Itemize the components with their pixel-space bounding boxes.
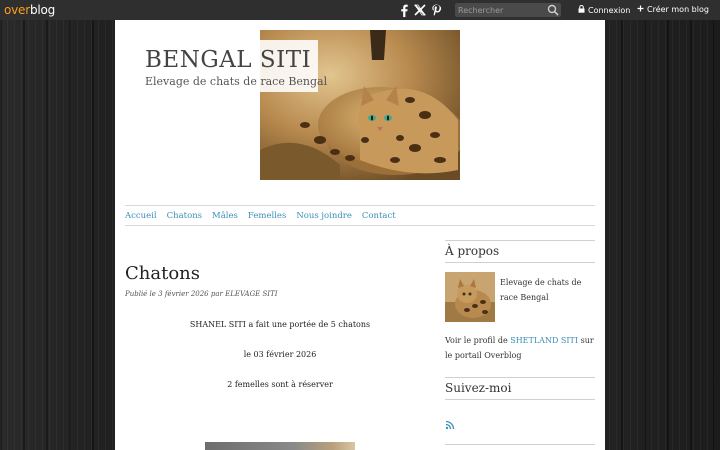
sidebar-divider (445, 262, 595, 263)
post-photo (205, 442, 355, 450)
profile-link[interactable]: SHETLAND SITI (510, 336, 578, 345)
create-blog-label: Créer mon blog (647, 5, 709, 14)
rss-icon[interactable] (445, 415, 455, 430)
post-line: SHANEL SITI a fait une portée de 5 chato… (189, 320, 371, 329)
logo-blog-text: blog (29, 3, 56, 17)
main-nav: Accueil Chatons Mâles Femelles Nous join… (125, 205, 595, 226)
about-text: Elevage de chats de race Bengal (500, 278, 582, 302)
about-heading: À propos (445, 244, 500, 258)
logo-over-text: over (4, 3, 30, 17)
pinterest-icon[interactable] (428, 2, 444, 18)
site-tagline: Elevage de chats de race Bengal (145, 75, 328, 88)
search-box (455, 3, 561, 17)
post-line: 2 femelles sont à réserver (227, 380, 333, 389)
search-icon[interactable] (547, 4, 559, 16)
overblog-logo[interactable]: overblog (4, 3, 55, 17)
login-label: Connexion (588, 5, 631, 15)
post-meta: Publié le 3 février 2026 par ELEVAGE SIT… (125, 290, 278, 298)
plus-icon (637, 5, 644, 15)
x-icon[interactable] (412, 2, 428, 18)
sidebar-divider (445, 399, 595, 400)
nav-item-males[interactable]: Mâles (212, 211, 238, 221)
nav-item-accueil[interactable]: Accueil (125, 211, 157, 221)
nav-item-contact[interactable]: Contact (362, 211, 396, 221)
search-input[interactable] (458, 4, 548, 16)
site-title[interactable]: BENGAL SITI (145, 47, 311, 73)
post-title[interactable]: Chatons (125, 263, 200, 285)
facebook-icon[interactable] (396, 2, 412, 18)
login-link[interactable]: Connexion (578, 5, 630, 16)
nav-item-chatons[interactable]: Chatons (167, 211, 202, 221)
post-line: le 03 février 2026 (243, 350, 317, 359)
about-avatar[interactable] (445, 272, 495, 322)
sidebar-divider (445, 377, 595, 378)
profile-line: Voir le profil de SHETLAND SITI sur le p… (445, 333, 595, 363)
sidebar-divider (445, 240, 595, 241)
create-blog-link[interactable]: Créer mon blog (637, 5, 709, 15)
follow-heading: Suivez-moi (445, 381, 512, 395)
nav-item-femelles[interactable]: Femelles (248, 211, 286, 221)
nav-item-nous-joindre[interactable]: Nous joindre (296, 211, 352, 221)
overblog-topbar: overblog Connexion Créer mon blog (0, 0, 720, 20)
profile-prefix: Voir le profil de (445, 336, 511, 345)
lock-icon (578, 5, 585, 16)
sidebar-divider (445, 444, 595, 445)
blog-page: BENGAL SITI Elevage de chats de race Ben… (115, 20, 605, 450)
